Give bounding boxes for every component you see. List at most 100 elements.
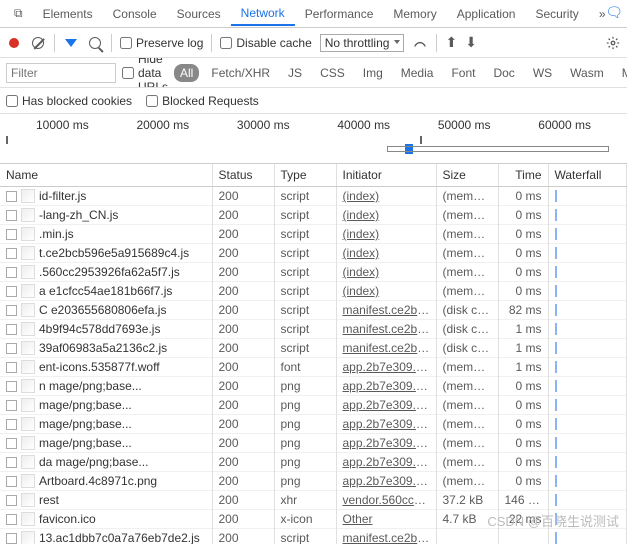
table-row[interactable]: .560cc2953926fa62a5f7.js200script(index)… bbox=[0, 263, 627, 282]
row-checkbox[interactable] bbox=[6, 533, 17, 544]
row-checkbox[interactable] bbox=[6, 362, 17, 373]
table-row[interactable]: mage/png;base...200pngapp.2b7e309....css… bbox=[0, 434, 627, 453]
col-waterfall[interactable]: Waterfall bbox=[548, 164, 627, 187]
filter-fetchxhr[interactable]: Fetch/XHR bbox=[205, 64, 276, 82]
initiator-cell[interactable]: manifest.ce2bcb5... bbox=[336, 301, 436, 320]
table-row[interactable]: da mage/png;base...200pngapp.2b7e309....… bbox=[0, 453, 627, 472]
table-row[interactable]: mage/png;base...200pngapp.2b7e309....css… bbox=[0, 396, 627, 415]
row-checkbox[interactable] bbox=[6, 248, 17, 259]
filter-all[interactable]: All bbox=[174, 64, 199, 82]
tab-layers[interactable]: ⧉ bbox=[4, 2, 33, 25]
row-checkbox[interactable] bbox=[6, 400, 17, 411]
initiator-cell[interactable]: (index) bbox=[336, 263, 436, 282]
import-icon[interactable]: ⬆ bbox=[445, 34, 457, 51]
tab-network[interactable]: Network bbox=[231, 2, 295, 26]
row-checkbox[interactable] bbox=[6, 267, 17, 278]
initiator-cell[interactable]: app.2b7e309....css bbox=[336, 472, 436, 491]
filter-wasm[interactable]: Wasm bbox=[564, 64, 610, 82]
row-checkbox[interactable] bbox=[6, 305, 17, 316]
row-checkbox[interactable] bbox=[6, 438, 17, 449]
tab-sources[interactable]: Sources bbox=[167, 3, 231, 25]
initiator-cell[interactable]: app.2b7e309....css bbox=[336, 434, 436, 453]
tab-performance[interactable]: Performance bbox=[295, 3, 384, 25]
table-row[interactable]: C e203655680806efa.js200scriptmanifest.c… bbox=[0, 301, 627, 320]
tab-application[interactable]: Application bbox=[447, 3, 526, 25]
timeline-overview[interactable]: 10000 ms 20000 ms 30000 ms 40000 ms 5000… bbox=[0, 114, 627, 164]
filter-icon[interactable] bbox=[63, 35, 79, 51]
row-checkbox[interactable] bbox=[6, 476, 17, 487]
initiator-cell[interactable]: manifest.ce2bcb5... bbox=[336, 320, 436, 339]
row-checkbox[interactable] bbox=[6, 229, 17, 240]
filter-css[interactable]: CSS bbox=[314, 64, 351, 82]
filter-media[interactable]: Media bbox=[395, 64, 440, 82]
col-time[interactable]: Time bbox=[498, 164, 548, 187]
export-icon[interactable]: ⬇ bbox=[465, 34, 477, 51]
initiator-cell[interactable]: (index) bbox=[336, 225, 436, 244]
col-type[interactable]: Type bbox=[274, 164, 336, 187]
initiator-cell[interactable]: (index) bbox=[336, 187, 436, 206]
col-size[interactable]: Size bbox=[436, 164, 498, 187]
initiator-cell[interactable]: (index) bbox=[336, 282, 436, 301]
initiator-cell[interactable]: app.2b7e309....css bbox=[336, 415, 436, 434]
col-status[interactable]: Status bbox=[212, 164, 274, 187]
table-row[interactable]: n mage/png;base...200pngapp.2b7e309....c… bbox=[0, 377, 627, 396]
table-row[interactable]: Artboard.4c8971c.png200pngapp.2b7e309...… bbox=[0, 472, 627, 491]
filter-img[interactable]: Img bbox=[357, 64, 389, 82]
row-checkbox[interactable] bbox=[6, 514, 17, 525]
filter-manifest[interactable]: Manifest bbox=[616, 64, 627, 82]
preserve-log-checkbox[interactable]: Preserve log bbox=[120, 36, 203, 50]
col-initiator[interactable]: Initiator bbox=[336, 164, 436, 187]
initiator-cell[interactable]: app.2b7e309....css bbox=[336, 377, 436, 396]
filter-input[interactable] bbox=[6, 63, 116, 83]
filter-js[interactable]: JS bbox=[282, 64, 308, 82]
tab-memory[interactable]: Memory bbox=[383, 3, 446, 25]
initiator-cell[interactable]: app.2b7e309....css bbox=[336, 453, 436, 472]
initiator-cell[interactable]: Other bbox=[336, 510, 436, 529]
disable-cache-checkbox[interactable]: Disable cache bbox=[220, 36, 311, 50]
blocked-cookies-checkbox[interactable]: Has blocked cookies bbox=[6, 94, 132, 108]
table-row[interactable]: t.ce2bcb596e5a915689c4.js200script(index… bbox=[0, 244, 627, 263]
filter-doc[interactable]: Doc bbox=[487, 64, 520, 82]
filter-ws[interactable]: WS bbox=[527, 64, 558, 82]
tab-security[interactable]: Security bbox=[525, 3, 588, 25]
initiator-cell[interactable]: (index) bbox=[336, 206, 436, 225]
row-checkbox[interactable] bbox=[6, 210, 17, 221]
initiator-cell[interactable]: (index) bbox=[336, 244, 436, 263]
row-checkbox[interactable] bbox=[6, 457, 17, 468]
table-row[interactable]: rest200xhrvendor.560cc29....37.2 kB146 m… bbox=[0, 491, 627, 510]
table-row[interactable]: a e1cfcc54ae181b66f7.js200script(index)(… bbox=[0, 282, 627, 301]
settings-icon[interactable] bbox=[605, 35, 621, 51]
row-checkbox[interactable] bbox=[6, 419, 17, 430]
row-checkbox[interactable] bbox=[6, 191, 17, 202]
initiator-cell[interactable]: app.2b7e309....css bbox=[336, 358, 436, 377]
row-checkbox[interactable] bbox=[6, 495, 17, 506]
table-row[interactable]: mage/png;base...200pngapp.2b7e309....css… bbox=[0, 415, 627, 434]
feedback-icon[interactable]: 🗨 bbox=[605, 4, 623, 21]
blocked-requests-checkbox[interactable]: Blocked Requests bbox=[146, 94, 259, 108]
search-icon[interactable] bbox=[87, 35, 103, 51]
throttling-select[interactable]: No throttling bbox=[320, 34, 405, 52]
row-checkbox[interactable] bbox=[6, 324, 17, 335]
row-checkbox[interactable] bbox=[6, 381, 17, 392]
table-row[interactable]: 13.ac1dbb7c0a7a76eb7de2.js200scriptmanif… bbox=[0, 529, 627, 545]
table-row[interactable]: 4b9f94c578dd7693e.js200scriptmanifest.ce… bbox=[0, 320, 627, 339]
table-row[interactable]: 39af06983a5a2136c2.js200scriptmanifest.c… bbox=[0, 339, 627, 358]
hide-data-urls-checkbox[interactable]: Hide data URLs bbox=[122, 58, 168, 88]
clear-icon[interactable] bbox=[30, 35, 46, 51]
initiator-cell[interactable]: manifest.ce2bcb5... bbox=[336, 529, 436, 545]
row-checkbox[interactable] bbox=[6, 286, 17, 297]
timeline-window[interactable] bbox=[387, 146, 609, 152]
col-name[interactable]: Name bbox=[0, 164, 212, 187]
record-icon[interactable] bbox=[6, 35, 22, 51]
network-conditions-icon[interactable] bbox=[412, 35, 428, 51]
table-row[interactable]: ent-icons.535877f.woff200fontapp.2b7e309… bbox=[0, 358, 627, 377]
initiator-cell[interactable]: manifest.ce2bcb5... bbox=[336, 339, 436, 358]
initiator-cell[interactable]: app.2b7e309....css bbox=[336, 396, 436, 415]
row-checkbox[interactable] bbox=[6, 343, 17, 354]
tab-console[interactable]: Console bbox=[103, 3, 167, 25]
table-row[interactable]: .min.js200script(index)(memory...0 ms bbox=[0, 225, 627, 244]
tab-elements[interactable]: Elements bbox=[33, 3, 103, 25]
table-row[interactable]: id-filter.js200script(index)(memory...0 … bbox=[0, 187, 627, 206]
initiator-cell[interactable]: vendor.560cc29.... bbox=[336, 491, 436, 510]
table-row[interactable]: -lang-zh_CN.js200script(index)(memory...… bbox=[0, 206, 627, 225]
